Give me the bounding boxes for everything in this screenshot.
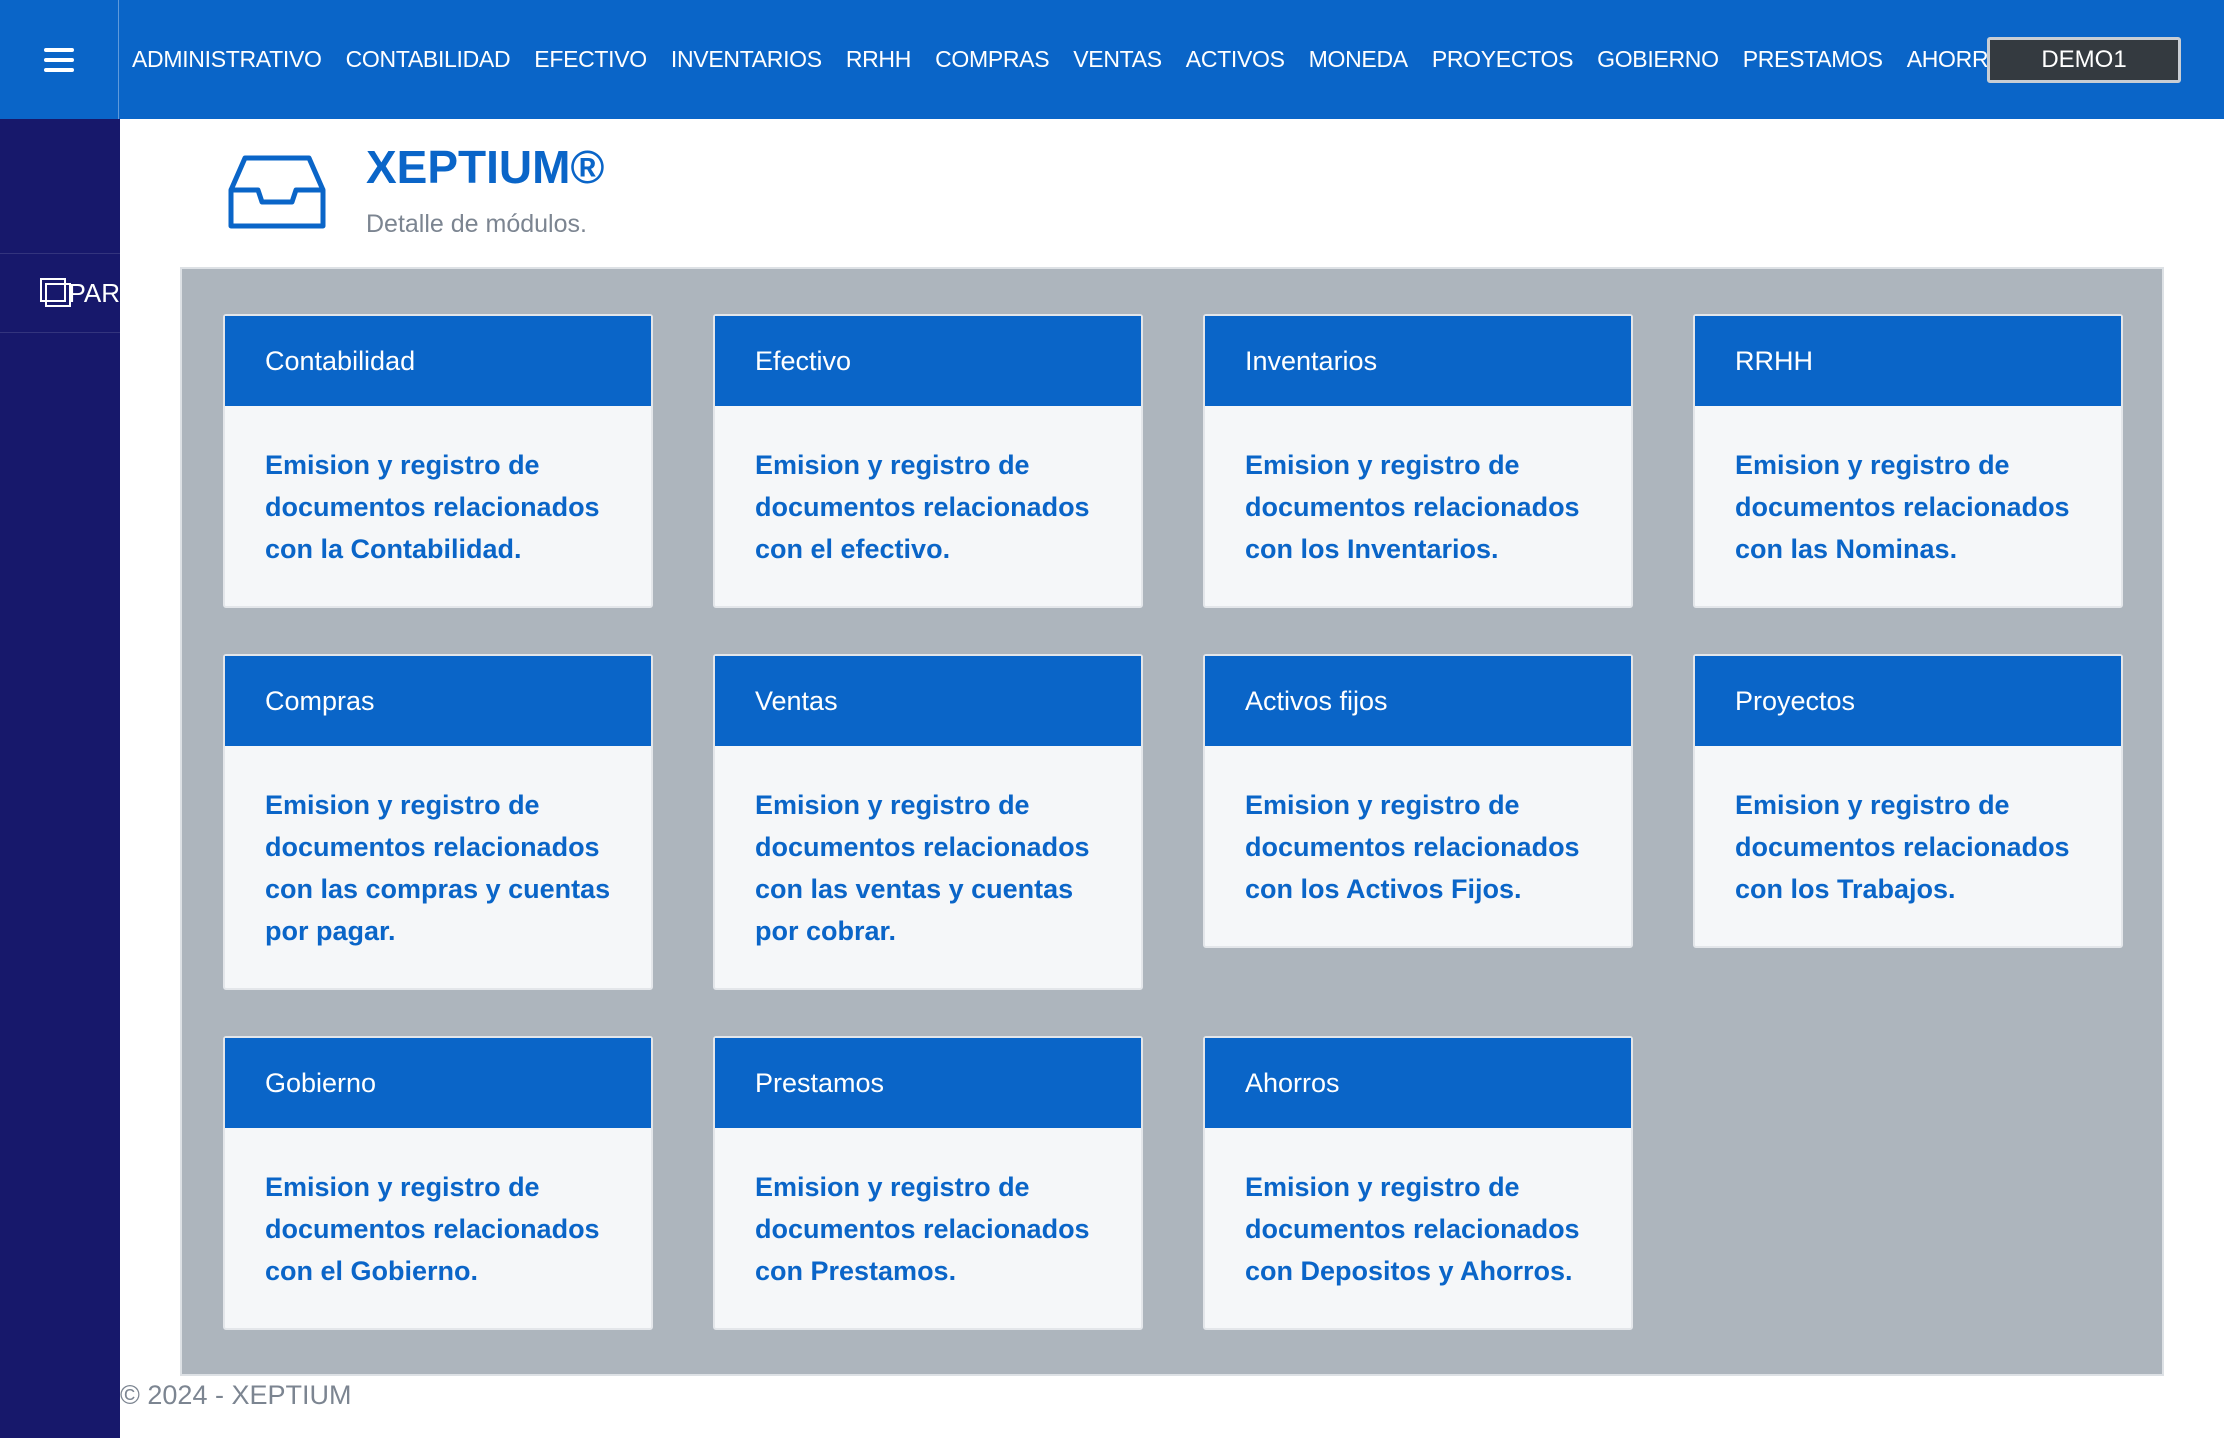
- module-card-title: Efectivo: [715, 316, 1141, 406]
- copy-icon: [40, 278, 71, 308]
- module-card-description: Emision y registro de documentos relacio…: [1245, 790, 1580, 904]
- nav-gobierno[interactable]: GOBIERNO: [1597, 46, 1719, 73]
- module-card-inventarios[interactable]: Inventarios Emision y registro de docume…: [1203, 314, 1633, 608]
- main-nav: ADMINISTRATIVO CONTABILIDAD EFECTIVO INV…: [132, 0, 2045, 119]
- module-card-title: Ahorros: [1205, 1038, 1631, 1128]
- module-card-title: RRHH: [1695, 316, 2121, 406]
- module-card-title: Activos fijos: [1205, 656, 1631, 746]
- module-card-title: Gobierno: [225, 1038, 651, 1128]
- module-card-proyectos[interactable]: Proyectos Emision y registro de document…: [1693, 654, 2123, 948]
- nav-compras[interactable]: COMPRAS: [935, 46, 1050, 73]
- module-card-description: Emision y registro de documentos relacio…: [755, 450, 1090, 564]
- module-card-efectivo[interactable]: Efectivo Emision y registro de documento…: [713, 314, 1143, 608]
- menu-toggle-button[interactable]: [0, 0, 119, 119]
- module-card-gobierno[interactable]: Gobierno Emision y registro de documento…: [223, 1036, 653, 1330]
- module-card-title: Ventas: [715, 656, 1141, 746]
- module-card-description: Emision y registro de documentos relacio…: [755, 790, 1090, 946]
- nav-activos[interactable]: ACTIVOS: [1186, 46, 1285, 73]
- nav-contabilidad[interactable]: CONTABILIDAD: [346, 46, 511, 73]
- top-navbar: ADMINISTRATIVO CONTABILIDAD EFECTIVO INV…: [0, 0, 2224, 119]
- module-card-ventas[interactable]: Ventas Emision y registro de documentos …: [713, 654, 1143, 990]
- module-card-title: Compras: [225, 656, 651, 746]
- module-card-description: Emision y registro de documentos relacio…: [1245, 1172, 1580, 1286]
- nav-ventas[interactable]: VENTAS: [1073, 46, 1162, 73]
- nav-prestamos[interactable]: PRESTAMOS: [1743, 46, 1883, 73]
- nav-inventarios[interactable]: INVENTARIOS: [671, 46, 822, 73]
- module-card-ahorros[interactable]: Ahorros Emision y registro de documentos…: [1203, 1036, 1633, 1330]
- module-card-description: Emision y registro de documentos relacio…: [755, 1172, 1090, 1286]
- module-card-title: Prestamos: [715, 1038, 1141, 1128]
- module-card-title: Inventarios: [1205, 316, 1631, 406]
- sidebar-item-label: PAR: [68, 277, 120, 308]
- module-card-activos-fijos[interactable]: Activos fijos Emision y registro de docu…: [1203, 654, 1633, 948]
- footer-copyright: © 2024 - XEPTIUM: [120, 1380, 352, 1410]
- modules-panel: Contabilidad Emision y registro de docum…: [180, 267, 2164, 1376]
- module-card-description: Emision y registro de documentos relacio…: [265, 450, 600, 564]
- module-card-prestamos[interactable]: Prestamos Emision y registro de document…: [713, 1036, 1143, 1330]
- nav-proyectos[interactable]: PROYECTOS: [1432, 46, 1574, 73]
- module-card-description: Emision y registro de documentos relacio…: [265, 1172, 600, 1286]
- sidebar-item-par[interactable]: PAR: [0, 253, 120, 333]
- nav-administrativo[interactable]: ADMINISTRATIVO: [132, 46, 322, 73]
- hamburger-icon: [44, 47, 74, 72]
- user-button[interactable]: DEMO1: [1987, 37, 2181, 83]
- page-title: XEPTIUM®: [366, 141, 605, 193]
- module-card-description: Emision y registro de documentos relacio…: [1735, 450, 2070, 564]
- module-card-description: Emision y registro de documentos relacio…: [265, 790, 611, 946]
- module-card-title: Contabilidad: [225, 316, 651, 406]
- module-card-compras[interactable]: Compras Emision y registro de documentos…: [223, 654, 653, 990]
- module-card-description: Emision y registro de documentos relacio…: [1245, 450, 1580, 564]
- module-card-contabilidad[interactable]: Contabilidad Emision y registro de docum…: [223, 314, 653, 608]
- module-card-rrhh[interactable]: RRHH Emision y registro de documentos re…: [1693, 314, 2123, 608]
- nav-moneda[interactable]: MONEDA: [1309, 46, 1408, 73]
- page-subtitle: Detalle de módulos.: [366, 210, 587, 238]
- inbox-icon: [228, 155, 326, 229]
- nav-rrhh[interactable]: RRHH: [846, 46, 912, 73]
- module-card-title: Proyectos: [1695, 656, 2121, 746]
- module-card-description: Emision y registro de documentos relacio…: [1735, 790, 2070, 904]
- sidebar: PAR: [0, 119, 120, 1438]
- nav-efectivo[interactable]: EFECTIVO: [534, 46, 647, 73]
